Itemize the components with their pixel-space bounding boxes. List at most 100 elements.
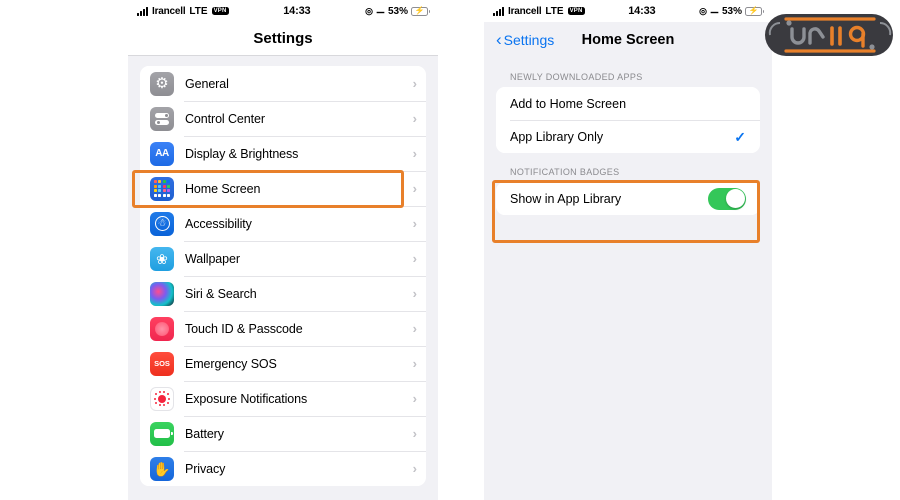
battery-percent-label: 53% [387, 5, 408, 17]
settings-row-label: Accessibility [185, 216, 252, 231]
chevron-right-icon: › [412, 391, 417, 406]
sliders-glyph [155, 112, 169, 125]
chevron-right-icon: › [412, 356, 417, 371]
display-brightness-icon: AA [150, 141, 174, 166]
settings-group: Show in App Library [496, 182, 760, 215]
gear-icon: ⚙ [150, 71, 174, 96]
chevron-right-icon: › [412, 251, 417, 266]
chevron-left-icon: ‹ [496, 30, 502, 49]
screenshot-stage: Irancell LTE VPN 14:33 ◎ ⚊ 53% ⚡ Setting… [0, 0, 900, 500]
option-row-add-to-home-screen[interactable]: Add to Home Screen [496, 87, 760, 120]
settings-row-label: Touch ID & Passcode [185, 321, 303, 336]
wallpaper-icon: ❀ [150, 246, 174, 271]
settings-row-label: Display & Brightness [185, 146, 299, 161]
chevron-right-icon: › [412, 181, 417, 196]
settings-row-display-brightness[interactable]: AA Display & Brightness › [140, 136, 426, 171]
settings-row-privacy[interactable]: ✋ Privacy › [140, 451, 426, 486]
status-bar-right: Irancell LTE VPN 14:33 ◎ ⚊ 53% ⚡ [484, 0, 772, 22]
settings-row-label: Battery [185, 426, 224, 441]
privacy-hand-icon: ✋ [150, 456, 174, 481]
sos-glyph: SOS [154, 359, 170, 368]
uk19-logo [762, 10, 896, 60]
exposure-notifications-icon [150, 386, 174, 411]
section-header: NEWLY DOWNLOADED APPS [510, 72, 643, 82]
status-bar-right-group: ◎ ⚊ 53% ⚡ [699, 5, 764, 17]
chevron-right-icon: › [412, 321, 417, 336]
signal-bars-icon [493, 6, 504, 16]
siri-icon [150, 281, 174, 306]
settings-row-exposure-notifications[interactable]: Exposure Notifications › [140, 381, 426, 416]
person-glyph: ☃ [154, 216, 170, 231]
chevron-right-icon: › [412, 286, 417, 301]
battery-icon [150, 421, 174, 446]
section-header: NOTIFICATION BADGES [510, 167, 620, 177]
settings-row-label: Control Center [185, 111, 265, 126]
vpn-badge: VPN [567, 7, 585, 15]
left-phone-screenshot: Irancell LTE VPN 14:33 ◎ ⚊ 53% ⚡ Setting… [128, 0, 438, 500]
settings-row-general[interactable]: ⚙ General › [140, 66, 426, 101]
chevron-right-icon: › [412, 76, 417, 91]
settings-row-emergency-sos[interactable]: SOS Emergency SOS › [140, 346, 426, 381]
settings-row-label: Emergency SOS [185, 356, 277, 371]
vpn-badge: VPN [211, 7, 229, 15]
settings-row-label: Home Screen [185, 181, 261, 196]
settings-row-home-screen[interactable]: Home Screen › [140, 171, 426, 206]
status-bar-left-group: Irancell LTE VPN [493, 6, 585, 17]
checkmark-icon: ✓ [734, 128, 746, 145]
clock-label: 14:33 [628, 5, 656, 17]
chevron-right-icon: › [412, 426, 417, 441]
carrier-label: Irancell [152, 5, 186, 17]
gear-glyph: ⚙ [155, 75, 169, 92]
settings-row-label: Privacy [185, 461, 226, 476]
battery-percent-label: 53% [721, 5, 742, 17]
status-bar-left-group: Irancell LTE VPN [137, 6, 229, 17]
settings-row-label: General [185, 76, 229, 91]
emergency-sos-icon: SOS [150, 351, 174, 376]
settings-row-accessibility[interactable]: ☃ Accessibility › [140, 206, 426, 241]
settings-scroll-area[interactable]: ⚙ General › Control Center › AA Display & Brig… [128, 66, 438, 500]
option-row-app-library-only[interactable]: App Library Only ✓ [496, 120, 760, 153]
settings-row-siri-search[interactable]: Siri & Search › [140, 276, 426, 311]
option-row-label: Show in App Library [510, 191, 622, 206]
signal-bars-icon [137, 6, 148, 16]
app-grid-glyph [153, 180, 171, 197]
headphones-icon: ⚊ [710, 5, 719, 16]
settings-row-control-center[interactable]: Control Center › [140, 101, 426, 136]
radiate-glyph [153, 390, 171, 408]
settings-row-label: Siri & Search [185, 286, 257, 301]
chevron-right-icon: › [412, 146, 417, 161]
option-row-label: Add to Home Screen [510, 96, 627, 111]
status-bar-left: Irancell LTE VPN 14:33 ◎ ⚊ 53% ⚡ [128, 0, 438, 22]
settings-group: Add to Home Screen App Library Only ✓ [496, 87, 760, 153]
accessibility-icon: ☃ [150, 211, 174, 236]
settings-row-label: Wallpaper [185, 251, 240, 266]
network-type-label: LTE [189, 5, 208, 17]
toggle-switch[interactable] [708, 187, 746, 210]
location-icon: ◎ [699, 5, 708, 16]
flower-glyph: ❀ [156, 250, 168, 267]
headphones-icon: ⚊ [376, 5, 385, 16]
chevron-right-icon: › [412, 216, 417, 231]
back-button-label: Settings [503, 32, 555, 48]
settings-list: ⚙ General › Control Center › AA Display & Brig… [140, 66, 426, 486]
chevron-right-icon: › [412, 461, 417, 476]
carrier-label: Irancell [508, 5, 542, 17]
settings-row-wallpaper[interactable]: ❀ Wallpaper › [140, 241, 426, 276]
network-type-label: LTE [545, 5, 564, 17]
battery-glyph [154, 429, 173, 438]
chevron-right-icon: › [412, 111, 417, 126]
page-title: Settings [128, 22, 438, 56]
back-button[interactable]: ‹ Settings [496, 30, 555, 49]
location-icon: ◎ [365, 5, 374, 16]
option-row-show-in-app-library[interactable]: Show in App Library [496, 182, 760, 215]
settings-row-label: Exposure Notifications [185, 391, 308, 406]
settings-row-battery[interactable]: Battery › [140, 416, 426, 451]
settings-row-touch-id-passcode[interactable]: Touch ID & Passcode › [140, 311, 426, 346]
fingerprint-glyph [155, 321, 169, 336]
touch-id-icon [150, 316, 174, 341]
home-screen-settings-body: NEWLY DOWNLOADED APPS Add to Home Screen A… [484, 58, 772, 215]
option-row-label: App Library Only [510, 129, 604, 144]
battery-charging-icon: ⚡ [411, 6, 430, 16]
control-center-icon [150, 106, 174, 131]
status-bar-right-group: ◎ ⚊ 53% ⚡ [365, 5, 430, 17]
